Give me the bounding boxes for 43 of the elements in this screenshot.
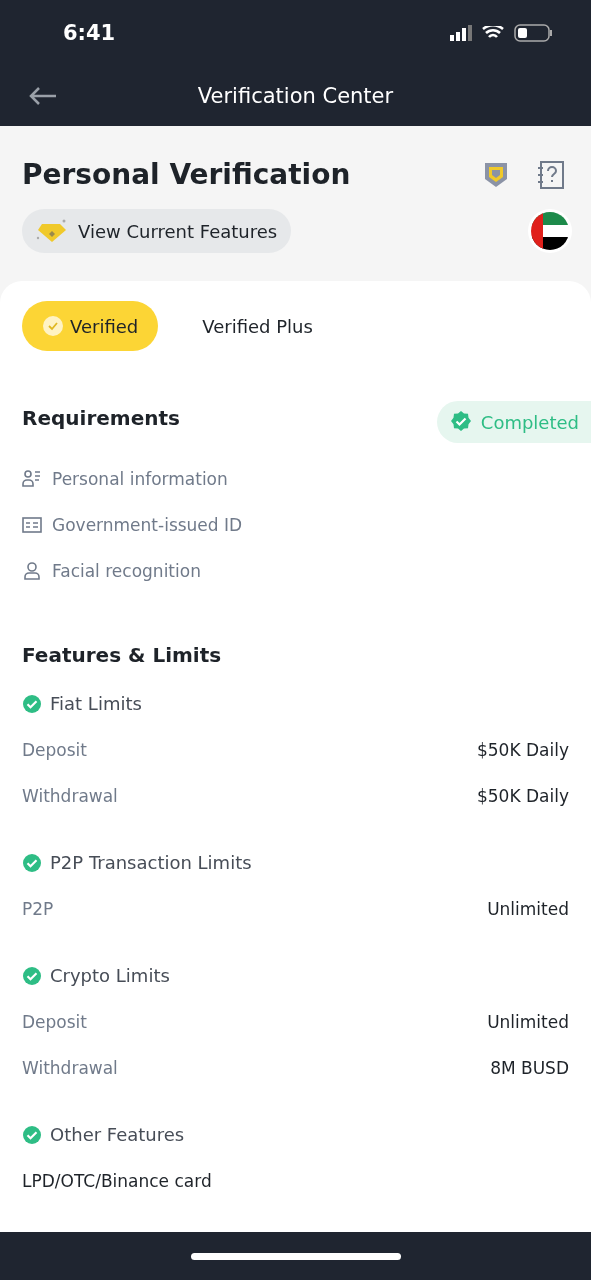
requirement-label: Facial recognition (52, 561, 201, 581)
section-title: Requirements (22, 406, 180, 430)
requirement-label: Government-issued ID (52, 515, 243, 535)
person-icon (22, 561, 42, 581)
limit-label: Withdrawal (22, 1058, 118, 1078)
check-icon (22, 852, 42, 873)
tab[interactable]: Verified Plus (182, 301, 333, 351)
page-title: Personal Verification (22, 158, 351, 191)
wifi-icon (482, 26, 504, 40)
shield-icon[interactable] (483, 160, 509, 189)
view-features-button[interactable]: View Current Features (22, 209, 292, 253)
limit-value: Unlimited (487, 899, 569, 919)
limit-label: P2P (22, 899, 54, 919)
limit-value: $50K Daily (477, 786, 569, 806)
group-title: Crypto Limits (50, 965, 170, 986)
group-title: P2P Transaction Limits (50, 852, 252, 873)
flag-icon[interactable] (531, 212, 569, 250)
person-list-icon (22, 469, 42, 489)
battery-icon (514, 24, 553, 42)
section-title: Features & Limits (22, 643, 223, 667)
limit-value: 8M BUSD (490, 1058, 569, 1078)
check-icon (42, 315, 64, 337)
limit-label: Deposit (22, 1012, 87, 1032)
status-time: 6:41 (63, 21, 116, 45)
check-icon (22, 693, 42, 714)
id-card-icon (22, 516, 42, 534)
limit-value: Unlimited (487, 1012, 569, 1032)
back-button[interactable] (28, 86, 58, 106)
check-icon (22, 1124, 42, 1145)
limit-label: Deposit (22, 740, 87, 760)
tab[interactable]: Verified (22, 301, 159, 351)
group-title: Other Features (50, 1124, 185, 1145)
screen-title: Verification Center (196, 84, 395, 108)
limit-value: $50K Daily (477, 740, 569, 760)
check-icon (22, 965, 42, 986)
signal-icon (450, 25, 472, 41)
limit-label: Withdrawal (22, 786, 118, 806)
diamond-icon (36, 218, 68, 244)
help-icon[interactable] (537, 159, 565, 190)
requirement-label: Personal information (52, 469, 228, 489)
status-badge: Completed (436, 401, 591, 443)
feature-label: LPD/OTC/Binance card (22, 1171, 212, 1191)
group-title: Fiat Limits (50, 693, 142, 714)
